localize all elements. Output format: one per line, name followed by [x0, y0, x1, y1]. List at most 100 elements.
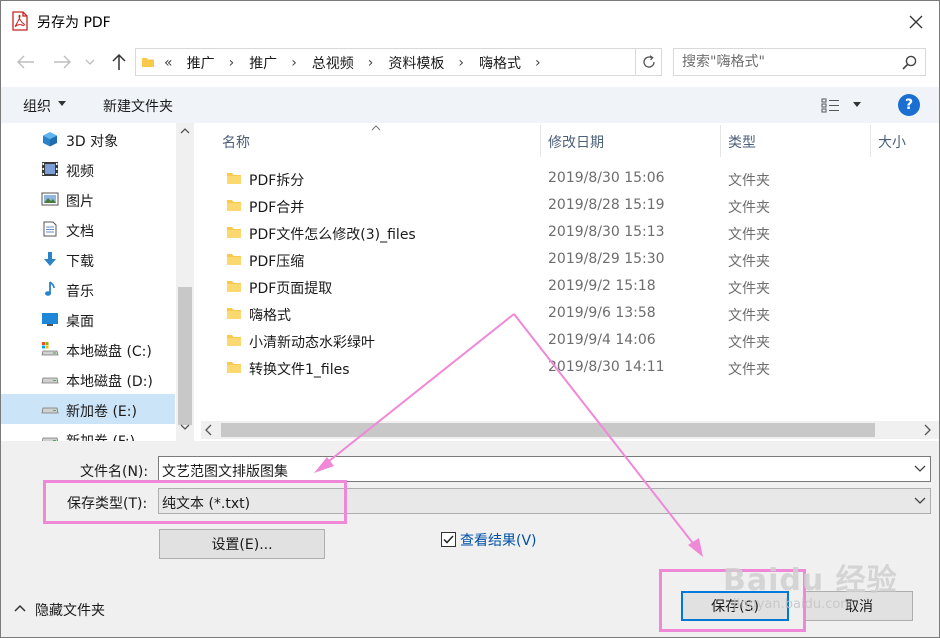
scroll-right-icon[interactable] — [923, 424, 931, 436]
file-row[interactable]: 转换文件1_files 2019/8/30 14:11 文件夹 — [201, 354, 901, 381]
horizontal-scroll-thumb[interactable] — [221, 423, 875, 437]
window-title: 另存为 PDF — [37, 15, 111, 31]
nav-item-desktop[interactable]: 桌面 — [1, 304, 175, 334]
save-button[interactable]: 保存(S) — [681, 591, 789, 621]
nav-item-drive-e[interactable]: 新加卷 (E:) — [1, 394, 175, 424]
breadcrumb-item[interactable]: 嗨格式 — [477, 53, 523, 73]
cancel-button[interactable]: 取消 — [805, 591, 913, 621]
filename-field[interactable]: 文艺范图文排版图集 — [158, 456, 931, 482]
file-type: 文件夹 — [728, 227, 770, 243]
view-details-icon[interactable] — [821, 97, 841, 113]
file-row[interactable]: PDF拆分 2019/8/30 15:06 文件夹 — [201, 165, 901, 192]
column-divider[interactable] — [870, 125, 871, 157]
nav-item-drive-f[interactable]: 新加卷 (F:) — [1, 424, 175, 441]
chevron-up-icon[interactable] — [14, 604, 26, 612]
search-input[interactable] — [682, 53, 892, 71]
settings-button[interactable]: 设置(E)... — [159, 529, 325, 559]
file-name: PDF页面提取 — [249, 281, 333, 297]
navigation-pane: 3D 对象 视频 图片 文档 下载 音乐 桌面 本地磁盘 (C:) 本地磁盘 (… — [1, 123, 197, 441]
chevron-down-icon[interactable] — [914, 465, 926, 473]
file-row[interactable]: PDF文件怎么修改(3)_files 2019/8/30 15:13 文件夹 — [201, 219, 901, 246]
help-button[interactable]: ? — [898, 94, 920, 116]
desktop-icon — [42, 313, 58, 326]
up-button[interactable] — [108, 52, 130, 72]
sort-ascending-icon — [371, 125, 381, 131]
column-divider[interactable] — [540, 125, 541, 157]
scroll-left-icon[interactable] — [205, 424, 213, 436]
nav-item-documents[interactable]: 文档 — [1, 214, 175, 244]
file-type: 文件夹 — [728, 254, 770, 270]
column-header-type[interactable]: 类型 — [728, 123, 756, 157]
breadcrumb-chevron-icon[interactable]: › — [523, 55, 554, 71]
file-row[interactable]: PDF页面提取 2019/9/2 15:18 文件夹 — [201, 273, 901, 300]
file-name: PDF拆分 — [249, 173, 305, 189]
column-header-modified[interactable]: 修改日期 — [548, 123, 604, 157]
file-row[interactable]: 嗨格式 2019/9/6 13:58 文件夹 — [201, 300, 901, 327]
filename-label: 文件名(N): — [80, 464, 149, 480]
breadcrumb-item[interactable]: 资料模板 — [386, 53, 446, 73]
view-options-caret-icon[interactable] — [853, 102, 861, 107]
breadcrumb: « 推广 › 推广 › 总视频 › 资料模板 › 嗨格式 › — [164, 53, 554, 73]
music-icon — [45, 281, 55, 296]
organize-menu[interactable]: 组织 — [23, 96, 51, 116]
save-type-value: 纯文本 (*.txt) — [162, 496, 251, 512]
nav-item-label: 本地磁盘 (D:) — [66, 374, 153, 390]
nav-item-label: 3D 对象 — [66, 134, 119, 150]
folder-icon — [227, 362, 241, 373]
breadcrumb-overflow[interactable]: « — [164, 55, 185, 71]
column-header-name[interactable]: 名称 — [222, 123, 250, 157]
breadcrumb-item[interactable]: 推广 — [185, 53, 217, 73]
breadcrumb-item[interactable]: 总视频 — [310, 53, 356, 73]
file-name: 小清新动态水彩绿叶 — [249, 335, 375, 351]
nav-item-music[interactable]: 音乐 — [1, 274, 175, 304]
breadcrumb-chevron-icon[interactable]: › — [217, 55, 248, 71]
nav-item-pictures[interactable]: 图片 — [1, 184, 175, 214]
horizontal-scrollbar[interactable] — [201, 421, 939, 439]
breadcrumb-chevron-icon[interactable]: › — [279, 55, 310, 71]
file-modified: 2019/8/30 14:11 — [548, 359, 665, 375]
back-button[interactable] — [15, 52, 37, 72]
scroll-up-icon[interactable] — [180, 128, 190, 134]
file-row[interactable]: PDF压缩 2019/8/29 15:30 文件夹 — [201, 246, 901, 273]
scroll-down-icon[interactable] — [180, 424, 190, 430]
new-folder-button[interactable]: 新建文件夹 — [103, 96, 173, 116]
nav-item-drive-c[interactable]: 本地磁盘 (C:) — [1, 334, 175, 364]
drive-d-icon — [41, 377, 59, 384]
column-divider[interactable] — [720, 125, 721, 157]
nav-item-videos[interactable]: 视频 — [1, 154, 175, 184]
view-result-checkbox[interactable] — [441, 532, 456, 547]
nav-scroll-thumb[interactable] — [178, 287, 192, 425]
nav-item-3d-objects[interactable]: 3D 对象 — [1, 124, 175, 154]
hide-folders-button[interactable]: 隐藏文件夹 — [35, 600, 105, 620]
nav-item-drive-d[interactable]: 本地磁盘 (D:) — [1, 364, 175, 394]
address-row: « 推广 › 推广 › 总视频 › 资料模板 › 嗨格式 › — [1, 45, 939, 79]
file-name: PDF文件怎么修改(3)_files — [249, 227, 416, 243]
breadcrumb-chevron-icon[interactable]: › — [446, 55, 477, 71]
close-icon — [909, 15, 923, 29]
pictures-icon — [41, 192, 59, 206]
close-button[interactable] — [893, 5, 939, 39]
address-bar[interactable]: « 推广 › 推广 › 总视频 › 资料模板 › 嗨格式 › — [135, 48, 662, 76]
column-header-size[interactable]: 大小 — [878, 123, 906, 157]
nav-item-downloads[interactable]: 下载 — [1, 244, 175, 274]
chevron-down-icon[interactable] — [914, 497, 926, 505]
drive-c-icon — [41, 342, 59, 356]
title-bar: 另存为 PDF — [1, 1, 939, 41]
nav-scrollbar[interactable] — [176, 123, 194, 441]
file-row[interactable]: 小清新动态水彩绿叶 2019/9/4 14:06 文件夹 — [201, 327, 901, 354]
save-type-select[interactable]: 纯文本 (*.txt) — [158, 488, 931, 514]
forward-button[interactable] — [51, 52, 73, 72]
downloads-icon — [44, 252, 56, 266]
file-row[interactable]: PDF合并 2019/8/28 15:19 文件夹 — [201, 192, 901, 219]
caret-down-icon[interactable] — [58, 101, 66, 106]
refresh-button[interactable] — [635, 49, 661, 75]
breadcrumb-chevron-icon[interactable]: › — [356, 55, 387, 71]
nav-item-label: 桌面 — [66, 314, 94, 330]
drive-f-icon — [41, 437, 59, 441]
search-icon[interactable] — [902, 55, 917, 70]
command-bar: 组织 新建文件夹 ? — [1, 87, 939, 123]
recent-locations-button[interactable] — [83, 52, 97, 72]
search-box[interactable] — [673, 48, 926, 76]
breadcrumb-item[interactable]: 推广 — [247, 53, 279, 73]
view-result-label[interactable]: 查看结果(V) — [460, 530, 537, 550]
